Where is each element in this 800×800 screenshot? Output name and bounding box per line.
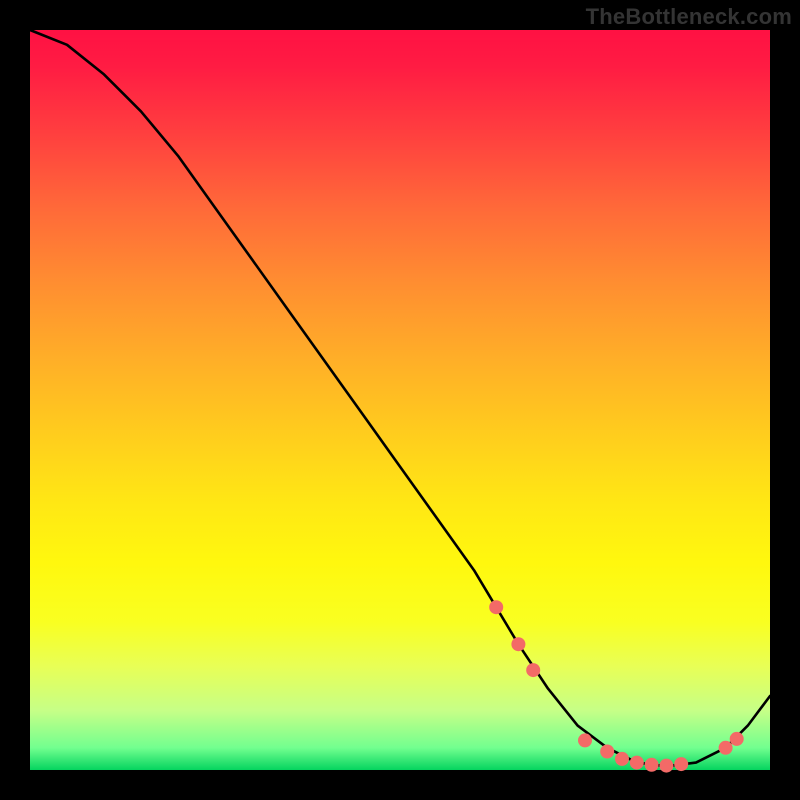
- data-point: [645, 758, 659, 772]
- data-point: [630, 756, 644, 770]
- data-point: [659, 759, 673, 773]
- watermark-text: TheBottleneck.com: [586, 4, 792, 30]
- data-point: [719, 741, 733, 755]
- data-point: [600, 745, 614, 759]
- curve-layer: [30, 30, 770, 770]
- chart-frame: TheBottleneck.com: [0, 0, 800, 800]
- data-point: [674, 757, 688, 771]
- curve-markers: [489, 600, 744, 772]
- data-point: [578, 733, 592, 747]
- bottleneck-curve: [30, 30, 770, 766]
- data-point: [730, 732, 744, 746]
- data-point: [489, 600, 503, 614]
- data-point: [526, 663, 540, 677]
- plot-area: [30, 30, 770, 770]
- data-point: [511, 637, 525, 651]
- data-point: [615, 752, 629, 766]
